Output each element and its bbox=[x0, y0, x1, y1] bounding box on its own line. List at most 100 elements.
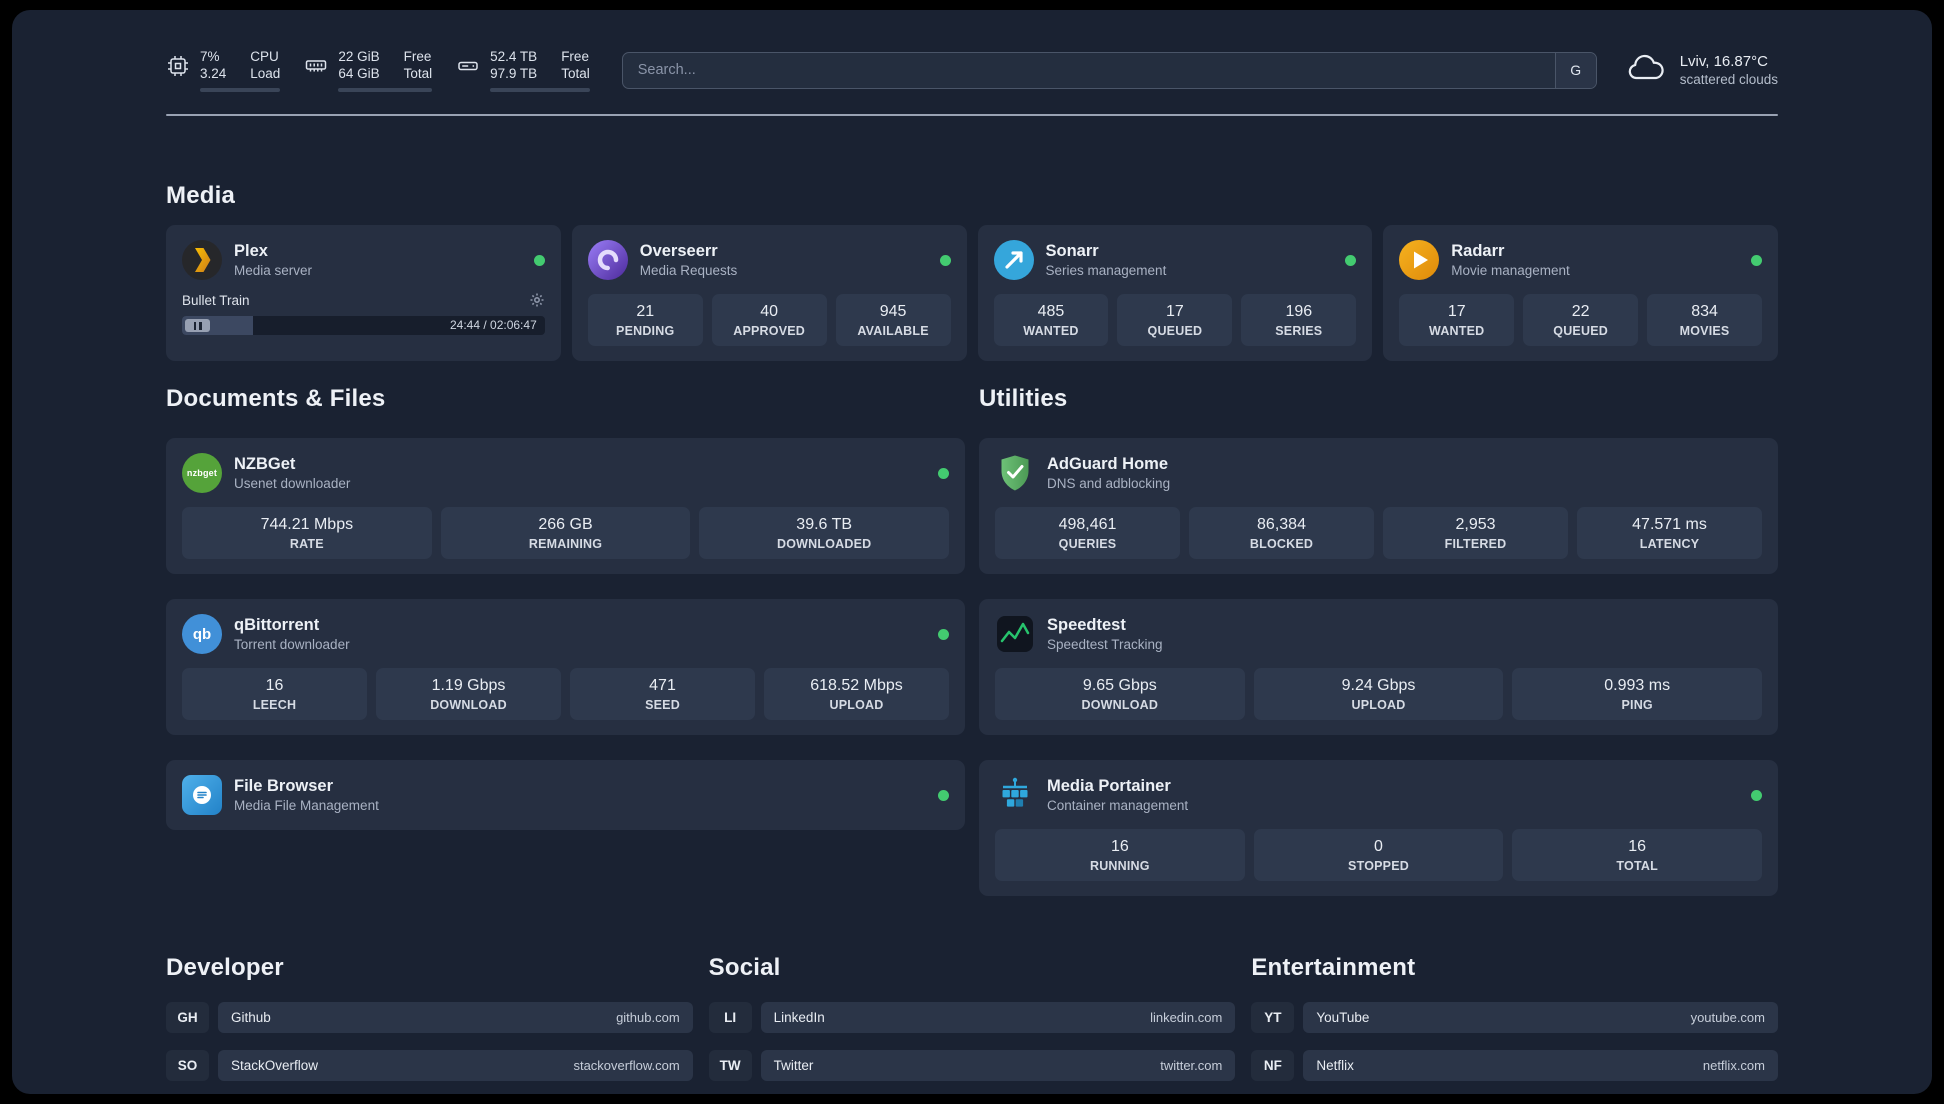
header: 7% CPU 3.24 Load 22 GiB Free 64 GiB Tota… bbox=[166, 10, 1778, 92]
stat-stopped: 0 STOPPED bbox=[1253, 829, 1504, 881]
search-bar: G bbox=[621, 51, 1597, 89]
stat-label: RATE bbox=[289, 537, 324, 551]
sonarr-card[interactable]: Sonarr Series management 485 WANTED 17 Q… bbox=[977, 225, 1373, 361]
stat-label: RUNNING bbox=[1089, 859, 1150, 873]
qbittorrent-card[interactable]: qb qBittorrent Torrent downloader 16 LEE… bbox=[166, 599, 965, 735]
pause-button[interactable] bbox=[185, 319, 210, 332]
radarr-card[interactable]: Radarr Movie management 17 WANTED 22 QUE… bbox=[1383, 225, 1778, 361]
stat-value: 485 bbox=[1037, 303, 1065, 320]
playback-progress-bar[interactable]: 24:44 / 02:06:47 bbox=[182, 316, 545, 335]
stat-label: DOWNLOAD bbox=[1081, 698, 1159, 712]
stat-label: STOPPED bbox=[1348, 859, 1409, 873]
utilities-section-title: Utilities bbox=[979, 385, 1068, 412]
online-status-dot bbox=[1751, 254, 1762, 266]
bookmark-bar: Twitter twitter.com bbox=[760, 1050, 1236, 1081]
app-name: qBittorrent bbox=[234, 616, 320, 634]
stat-label: AVAILABLE bbox=[857, 324, 929, 338]
disk-stat: 52.4 TB Free 97.9 TB Total bbox=[456, 48, 590, 92]
stat-label: LEECH bbox=[252, 698, 297, 712]
stat-value: 2,953 bbox=[1455, 516, 1496, 533]
plex-card[interactable]: Plex Media server Bullet Train 24:44 / 0… bbox=[166, 225, 561, 361]
stat-approved: 40 APPROVED bbox=[711, 294, 827, 346]
bookmark-url: stackoverflow.com bbox=[573, 1058, 680, 1073]
ram-free: 22 GiB bbox=[338, 49, 380, 64]
bookmark-twitter[interactable]: TW Twitter twitter.com bbox=[708, 1050, 1236, 1081]
stat-value: 618.52 Mbps bbox=[810, 677, 903, 694]
ram-icon bbox=[304, 54, 328, 83]
bookmark-abbr: LI bbox=[708, 1002, 752, 1033]
bookmark-linkedin[interactable]: LI LinkedIn linkedin.com bbox=[708, 1002, 1236, 1033]
bookmark-bar: StackOverflow stackoverflow.com bbox=[218, 1050, 693, 1081]
system-stats: 7% CPU 3.24 Load 22 GiB Free 64 GiB Tota… bbox=[166, 48, 590, 92]
app-subtitle: Speedtest Tracking bbox=[1047, 637, 1163, 652]
app-subtitle: Media File Management bbox=[234, 798, 379, 813]
stat-value: 945 bbox=[879, 303, 907, 320]
nzbget-card[interactable]: nzbget NZBGet Usenet downloader 744.21 M… bbox=[166, 438, 965, 574]
adguard-card[interactable]: AdGuard Home DNS and adblocking 498,461 … bbox=[979, 438, 1778, 574]
entertainment-group: Entertainment YT YouTube youtube.com NF … bbox=[1251, 954, 1778, 1094]
search-input[interactable] bbox=[622, 52, 1555, 88]
filebrowser-card[interactable]: File Browser Media File Management bbox=[166, 760, 965, 830]
bookmark-netflix[interactable]: NF Netflix netflix.com bbox=[1251, 1050, 1778, 1081]
portainer-card[interactable]: Media Portainer Container management 16 … bbox=[979, 760, 1778, 896]
overseerr-card[interactable]: Overseerr Media Requests 21 PENDING 40 A… bbox=[571, 225, 967, 361]
bookmark-github[interactable]: GH Github github.com bbox=[166, 1002, 693, 1033]
stat-value: 40 bbox=[760, 303, 779, 320]
stat-label: QUEUED bbox=[1147, 324, 1203, 338]
speedtest-card[interactable]: Speedtest Speedtest Tracking 9.65 Gbps D… bbox=[979, 599, 1778, 735]
stat-label: UPLOAD bbox=[829, 698, 884, 712]
dashboard: 7% CPU 3.24 Load 22 GiB Free 64 GiB Tota… bbox=[12, 10, 1932, 1094]
stat-label: PENDING bbox=[616, 324, 675, 338]
app-name: Media Portainer bbox=[1047, 777, 1171, 795]
stat-rate: 744.21 Mbps RATE bbox=[182, 507, 432, 559]
stat-downloaded: 39.6 TB DOWNLOADED bbox=[699, 507, 950, 559]
app-name: Speedtest bbox=[1047, 616, 1126, 634]
stat-value: 9.65 Gbps bbox=[1082, 677, 1157, 694]
portainer-icon bbox=[995, 775, 1035, 815]
app-subtitle: Media server bbox=[234, 263, 313, 278]
stat-label: SERIES bbox=[1275, 324, 1323, 338]
plex-icon bbox=[182, 240, 222, 280]
stat-value: 16 bbox=[1110, 838, 1129, 855]
entertainment-section-title: Entertainment bbox=[1251, 954, 1416, 981]
stat-label: UPLOAD bbox=[1351, 698, 1406, 712]
nzbget-icon-text: nzbget bbox=[186, 468, 218, 478]
search-engine-button[interactable]: G bbox=[1554, 52, 1596, 88]
app-name: File Browser bbox=[234, 777, 334, 795]
app-name: Sonarr bbox=[1045, 242, 1099, 260]
disk-icon bbox=[456, 54, 480, 83]
ram-total: 64 GiB bbox=[338, 66, 380, 81]
stat-ping: 0.993 ms PING bbox=[1512, 668, 1763, 720]
ram-label-2: Total bbox=[403, 66, 433, 81]
stat-value: 17 bbox=[1447, 303, 1466, 320]
developer-group: Developer GH Github github.com SO StackO… bbox=[166, 954, 693, 1094]
ram-label-1: Free bbox=[403, 49, 432, 64]
bookmark-stackoverflow[interactable]: SO StackOverflow stackoverflow.com bbox=[166, 1050, 693, 1081]
app-subtitle: Movie management bbox=[1451, 263, 1570, 278]
stat-value: 39.6 TB bbox=[796, 516, 853, 533]
ram-bar bbox=[338, 88, 433, 92]
stat-value: 16 bbox=[265, 677, 284, 694]
bookmark-url: youtube.com bbox=[1690, 1010, 1765, 1025]
bookmark-url: linkedin.com bbox=[1150, 1010, 1223, 1025]
middle-columns: Documents & Files nzbget NZBGet Usenet d… bbox=[166, 385, 1778, 896]
bookmark-abbr: NF bbox=[1251, 1050, 1295, 1081]
online-status-dot bbox=[533, 254, 545, 266]
adguard-icon bbox=[995, 453, 1035, 493]
gear-icon[interactable] bbox=[529, 292, 545, 308]
bookmark-abbr: SO bbox=[166, 1050, 209, 1081]
app-subtitle: Media Requests bbox=[639, 263, 738, 278]
stat-upload: 9.24 Gbps UPLOAD bbox=[1253, 668, 1504, 720]
stat-label: LATENCY bbox=[1639, 537, 1700, 551]
stat-wanted: 485 WANTED bbox=[993, 294, 1109, 346]
documents-column: Documents & Files nzbget NZBGet Usenet d… bbox=[166, 385, 965, 896]
stat-value: 744.21 Mbps bbox=[260, 516, 354, 533]
app-subtitle: Torrent downloader bbox=[234, 637, 350, 652]
bookmark-youtube[interactable]: YT YouTube youtube.com bbox=[1251, 1002, 1778, 1033]
stat-value: 9.24 Gbps bbox=[1341, 677, 1416, 694]
bookmark-bar: Netflix netflix.com bbox=[1303, 1050, 1778, 1081]
documents-section-title: Documents & Files bbox=[166, 385, 386, 412]
media-section-title: Media bbox=[166, 182, 236, 209]
stat-label: MOVIES bbox=[1679, 324, 1730, 338]
cloud-icon bbox=[1625, 53, 1667, 88]
